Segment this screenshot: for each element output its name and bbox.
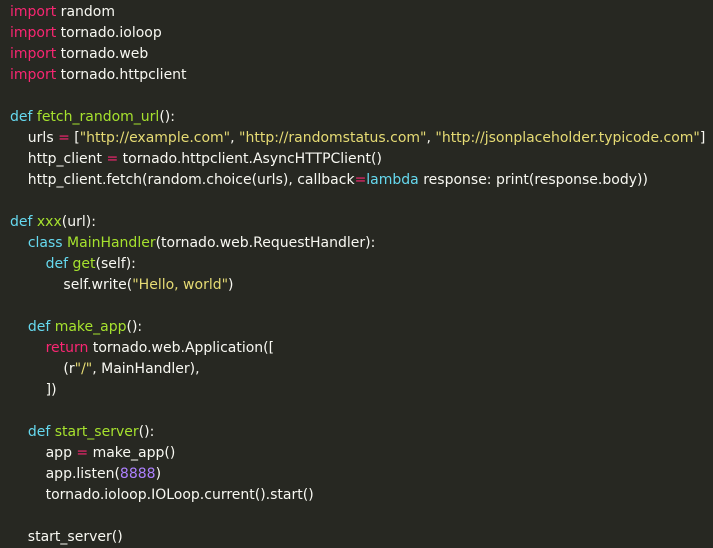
- code-token-str: "/": [74, 361, 93, 377]
- code-token-plain: tornado.web: [56, 46, 149, 62]
- code-token-plain: tornado.httpclient.AsyncHTTPClient(): [118, 151, 382, 167]
- code-line: app.listen(8888): [0, 464, 713, 485]
- code-token-plain: (r: [10, 361, 75, 377]
- code-token-def: def: [45, 256, 69, 272]
- code-token-op: =: [58, 130, 70, 146]
- code-token-plain: http_client.fetch(random.choice(urls), c…: [10, 172, 355, 188]
- code-line: class MainHandler(tornado.web.RequestHan…: [0, 233, 713, 254]
- code-line: import tornado.ioloop: [0, 23, 713, 44]
- code-token-plain: ]: [699, 130, 706, 146]
- code-token-plain: tornado.ioloop.IOLoop.current().start(): [10, 487, 314, 503]
- code-token-plain: urls: [10, 130, 59, 146]
- code-token-fn: get: [72, 256, 96, 272]
- code-token-plain: tornado.ioloop: [56, 25, 162, 41]
- code-token-plain: start_server(): [10, 529, 123, 545]
- code-line: def fetch_random_url():: [0, 107, 713, 128]
- code-token-str: "http://randomstatus.com": [239, 130, 427, 146]
- code-line: http_client.fetch(random.choice(urls), c…: [0, 170, 713, 191]
- code-token-plain: ():: [126, 319, 143, 335]
- code-editor[interactable]: import random import tornado.ioloop import…: [0, 0, 713, 545]
- code-token-plain: tornado.httpclient: [56, 67, 187, 83]
- code-line: self.write("Hello, world"): [0, 275, 713, 296]
- code-line: import tornado.httpclient: [0, 65, 713, 86]
- code-token-kw: import: [10, 25, 57, 41]
- code-line: return tornado.web.Application([: [0, 338, 713, 359]
- code-token-plain: http_client: [10, 151, 107, 167]
- code-token-kw: import: [10, 4, 57, 20]
- code-token-op: =: [76, 445, 89, 461]
- code-token-plain: , MainHandler),: [92, 361, 200, 377]
- code-line: def get(self):: [0, 254, 713, 275]
- code-token-plain: [: [69, 130, 80, 146]
- code-token-plain: app.listen(: [10, 466, 120, 482]
- code-token-plain: ():: [159, 109, 175, 125]
- code-token-plain: random: [56, 4, 115, 20]
- code-token-str: "http://example.com": [79, 130, 231, 146]
- code-token-op: =: [106, 151, 119, 167]
- code-line: def start_server():: [0, 422, 713, 443]
- code-token-plain: (tornado.web.RequestHandler):: [155, 235, 376, 251]
- code-token-num: 8888: [119, 466, 156, 482]
- code-line: app = make_app(): [0, 443, 713, 464]
- code-token-def: def: [10, 109, 33, 125]
- code-token-fn: start_server: [54, 424, 139, 440]
- code-token-plain: tornado.web.Application([: [88, 340, 275, 356]
- code-line: def make_app():: [0, 317, 713, 338]
- code-token-plain: ): [228, 277, 234, 293]
- code-token-def: class: [27, 235, 63, 251]
- code-line: urls = ["http://example.com", "http://ra…: [0, 128, 713, 149]
- code-token-def: def: [27, 424, 51, 440]
- code-token-plain: ): [155, 466, 162, 482]
- code-line: def xxx(url):: [0, 212, 713, 233]
- code-line: tornado.ioloop.IOLoop.current().start(): [0, 485, 713, 506]
- code-token-fn: make_app: [54, 319, 127, 335]
- code-token-str: "http://jsonplaceholder.typicode.com": [435, 130, 700, 146]
- code-token-plain: self.write(: [10, 277, 133, 293]
- code-line: import tornado.web: [0, 44, 713, 65]
- code-line: ]): [0, 380, 713, 401]
- code-token-kw: import: [10, 67, 57, 83]
- code-line: import random: [0, 2, 713, 23]
- code-line: start_server(): [0, 527, 713, 548]
- code-token-fn: fetch_random_url: [36, 109, 160, 125]
- code-token-def: def: [27, 319, 51, 335]
- code-token-plain: ]): [10, 382, 57, 398]
- code-line: (r"/", MainHandler),: [0, 359, 713, 380]
- code-token-fn: xxx: [36, 214, 62, 230]
- code-token-op: =: [354, 172, 367, 188]
- code-token-kw: import: [10, 46, 57, 62]
- code-token-plain: (self):: [95, 256, 136, 272]
- code-token-kw: return: [45, 340, 89, 356]
- code-line: http_client = tornado.httpclient.AsyncHT…: [0, 149, 713, 170]
- code-token-def: def: [10, 214, 33, 230]
- code-token-plain: response: print(response.body)): [418, 172, 648, 188]
- code-token-plain: ,: [230, 130, 240, 146]
- code-token-plain: app: [10, 445, 77, 461]
- code-token-plain: (url):: [61, 214, 96, 230]
- code-token-fn: MainHandler: [67, 235, 156, 251]
- code-token-plain: make_app(): [88, 445, 176, 461]
- code-token-def: lambda: [366, 172, 419, 188]
- code-token-str: "Hello, world": [132, 277, 229, 293]
- code-token-plain: ():: [138, 424, 155, 440]
